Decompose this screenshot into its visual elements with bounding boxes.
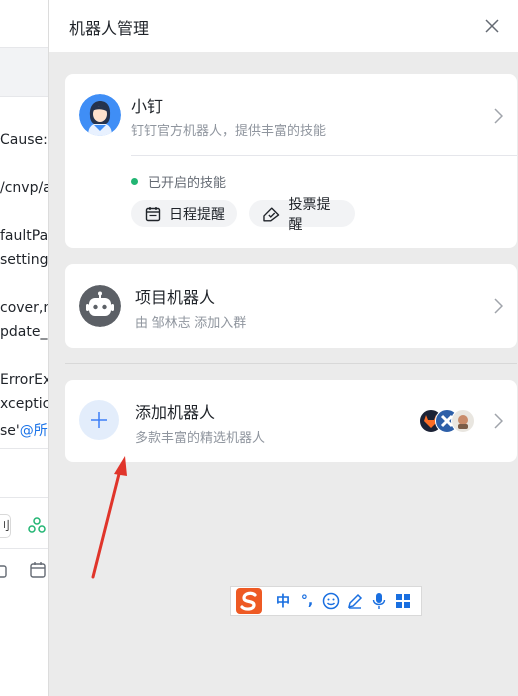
- close-button[interactable]: [482, 16, 502, 36]
- mic-icon[interactable]: [367, 587, 391, 615]
- robot-avatar-icon: [79, 285, 121, 327]
- chat-divider: [0, 548, 48, 549]
- bot-card-project[interactable]: 项目机器人 由 邹林志 添加入群: [65, 264, 517, 348]
- chat-line-mention: se'@所: [0, 423, 48, 439]
- status-dot: [131, 178, 138, 185]
- skill-label: 投票提醒: [288, 195, 331, 232]
- sogou-logo-icon: [236, 588, 262, 614]
- chat-line: pdate_l: [0, 324, 48, 340]
- chat-divider: [0, 448, 48, 449]
- vote-icon: [263, 206, 280, 221]
- chat-line: /cnvp/a: [0, 180, 48, 196]
- add-bot-card[interactable]: 添加机器人 多款丰富的精选机器人: [65, 380, 517, 462]
- chevron-right-icon: [494, 108, 503, 124]
- bot-card-xiaoding[interactable]: 小钉 钉钉官方机器人，提供丰富的技能 已开启的技能 日程提醒 投票提醒: [65, 74, 517, 248]
- ime-punctuation[interactable]: °,: [295, 587, 319, 615]
- skills-status-label: 已开启的技能: [148, 175, 227, 190]
- close-icon: [485, 19, 499, 33]
- chat-toolbar-chip[interactable]: 刂: [0, 514, 11, 538]
- chat-divider: [0, 497, 48, 498]
- bot-description: 由 邹林志 添加入群: [135, 315, 247, 330]
- folder-icon[interactable]: [0, 563, 8, 584]
- add-bot-title: 添加机器人: [135, 405, 216, 422]
- ime-toolbar[interactable]: 中 °,: [230, 586, 422, 616]
- chat-line: cover,m: [0, 300, 48, 316]
- add-bot-description: 多款丰富的精选机器人: [135, 430, 266, 445]
- plus-icon: [79, 400, 119, 440]
- chevron-right-icon: [494, 298, 503, 314]
- chat-line: Cause:: [0, 132, 48, 148]
- section-divider: [65, 363, 517, 364]
- skills-status: 已开启的技能: [131, 172, 226, 191]
- drawer-title: 机器人管理: [69, 21, 150, 38]
- ime-mode[interactable]: 中: [271, 587, 295, 615]
- card-divider: [131, 155, 517, 156]
- chat-line: setting: [0, 252, 48, 268]
- drawer-header: 机器人管理: [49, 0, 518, 52]
- calendar-icon: [145, 206, 161, 221]
- bot-name: 项目机器人: [135, 290, 216, 307]
- skill-schedule-reminder[interactable]: 日程提醒: [131, 200, 237, 227]
- chat-header-band: [0, 47, 48, 97]
- skill-vote-reminder[interactable]: 投票提醒: [249, 196, 355, 232]
- chevron-right-icon: [494, 413, 503, 429]
- group-icon[interactable]: [28, 516, 46, 539]
- skill-label: 日程提醒: [169, 205, 225, 222]
- grid-icon[interactable]: [391, 587, 415, 615]
- featured-bot-avatars: [419, 409, 475, 433]
- calendar-icon[interactable]: [30, 561, 46, 584]
- pen-icon[interactable]: [343, 587, 367, 615]
- custom-bot-avatar: [451, 409, 475, 433]
- mention-link[interactable]: @所: [20, 423, 48, 439]
- bot-description: 钉钉官方机器人，提供丰富的技能: [131, 123, 327, 138]
- emoji-icon[interactable]: [319, 587, 343, 615]
- chat-line: ErrorEx: [0, 372, 48, 388]
- xiaoding-avatar: [79, 94, 121, 136]
- chat-line: xceptic: [0, 396, 48, 412]
- bot-name: 小钉: [131, 99, 164, 116]
- background-chat-window: Cause: /cnvp/a faultPar setting cover,m …: [0, 0, 48, 696]
- chat-line: faultPar: [0, 228, 48, 244]
